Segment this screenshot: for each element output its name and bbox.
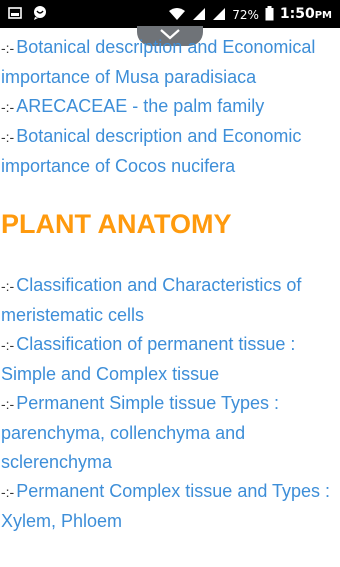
signal-icon	[212, 7, 226, 24]
article-content: -:- Botanical description and Economical …	[0, 33, 340, 536]
notification-icons	[8, 5, 48, 24]
list-item-link[interactable]: -:- Classification and Characteristics of…	[0, 271, 339, 330]
list-item-link[interactable]: -:- Permanent Simple tissue Types : paren…	[0, 389, 339, 477]
list-item-link[interactable]: -:- Botanical description and Economic im…	[0, 122, 339, 181]
battery-icon	[265, 6, 274, 24]
image-icon	[8, 6, 22, 23]
status-bar: 72% 1:50PM	[0, 0, 340, 28]
chat-icon	[32, 5, 48, 24]
system-icons: 72% 1:50PM	[168, 5, 332, 25]
list-item-link[interactable]: -:- Botanical description and Economical …	[0, 33, 339, 92]
list-item-link[interactable]: -:- Classification of permanent tissue : …	[0, 330, 339, 389]
clock-time: 1:50PM	[279, 6, 332, 22]
signal-icon	[192, 7, 206, 24]
wifi-icon	[168, 7, 186, 24]
list-item-link[interactable]: -:- ARECACEAE - the palm family	[0, 92, 339, 122]
section-heading: PLANT ANATOMY	[1, 209, 232, 239]
battery-percent: 72%	[232, 8, 259, 22]
list-item-link[interactable]: -:- Permanent Complex tissue and Types : …	[0, 477, 339, 536]
